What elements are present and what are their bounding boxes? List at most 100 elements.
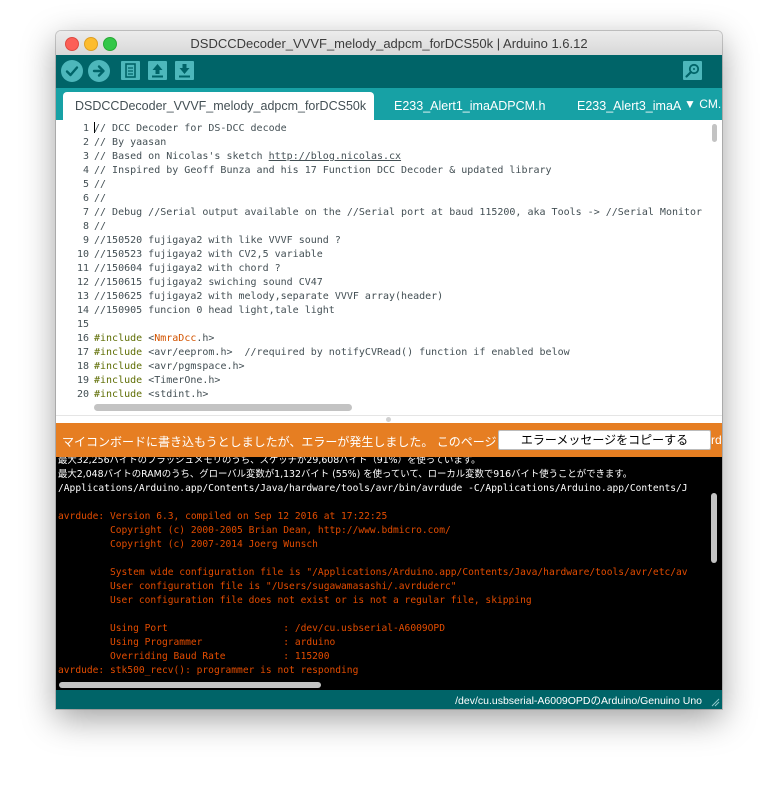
code-line[interactable]: #include <stdint.h> xyxy=(94,388,208,400)
tab-e233-alert3[interactable]: E233_Alert3_imaA xyxy=(565,92,695,120)
code-token: // By yaasan xyxy=(94,137,167,148)
verify-button[interactable] xyxy=(61,60,83,82)
editor-horizontal-scrollbar[interactable] xyxy=(94,402,708,412)
code-line[interactable]: #include <NmraDcc.h> xyxy=(94,332,214,346)
new-sketch-button[interactable] xyxy=(121,61,140,80)
status-message-tail: rd xyxy=(711,433,722,447)
editor-horizontal-scroll-thumb[interactable] xyxy=(94,404,352,411)
code-token: // Debug //Serial output available on th… xyxy=(94,207,703,218)
code-token: //150520 fujigaya2 with like VVVF sound … xyxy=(94,235,341,246)
serial-monitor-button[interactable] xyxy=(683,61,702,80)
arrow-down-icon xyxy=(179,64,190,78)
code-area[interactable]: // DCC Decoder for DS-DCC decode // By ya… xyxy=(94,120,706,400)
save-sketch-button[interactable] xyxy=(175,61,194,80)
copy-error-button[interactable]: エラーメッセージをコピーする xyxy=(498,430,711,450)
line-number: 10 xyxy=(76,249,89,260)
code-line[interactable]: // Based on Nicolas's sketch http://blog… xyxy=(94,150,401,164)
code-line[interactable]: // DCC Decoder for DS-DCC decode xyxy=(94,122,287,136)
document-icon xyxy=(125,63,136,78)
code-line[interactable]: //150604 fujigaya2 with chord ? xyxy=(94,262,281,276)
console-line: Using Port : /dev/cu.usbserial-A6009OPD xyxy=(58,623,445,634)
code-token: #include xyxy=(94,375,143,386)
line-number-gutter: 1 2 3 4 5 6 7 8 9 10 11 12 13 14 15 16 17 18 19 20 xyxy=(56,120,92,400)
code-line[interactable]: // xyxy=(94,192,106,206)
title-bar[interactable]: DSDCCDecoder_VVVF_melody_adpcm_forDCS50k… xyxy=(56,31,722,56)
console-line: User configuration file is "/Users/sugaw… xyxy=(58,581,457,592)
code-line[interactable]: #include <avr/eeprom.h> //required by no… xyxy=(94,346,570,360)
code-token: <avr/pgmspace.h> xyxy=(142,361,245,372)
console-line: 最大2,048バイトのRAMのうち、グローバル変数が1,132バイト (55%)… xyxy=(58,469,633,480)
console-horizontal-scrollbar[interactable] xyxy=(56,679,722,690)
arrow-up-icon xyxy=(152,64,163,78)
code-token: <stdint.h> xyxy=(142,389,209,400)
resize-grip-icon[interactable] xyxy=(710,697,720,707)
code-line[interactable]: //150523 fujigaya2 with CV2,5 variable xyxy=(94,248,323,262)
code-line[interactable]: // By yaasan xyxy=(94,136,166,150)
console-vertical-scrollbar[interactable] xyxy=(709,493,718,563)
code-line[interactable]: // xyxy=(94,220,106,234)
status-bar: マイコンボードに書き込もうとしましたが、エラーが発生しました。 このページ エラ… xyxy=(56,423,722,457)
line-number: 4 xyxy=(82,165,89,176)
line-number: 18 xyxy=(76,361,89,372)
editor-vertical-scrollbar[interactable] xyxy=(710,124,718,402)
console-vertical-scroll-thumb[interactable] xyxy=(711,493,717,563)
editor-vertical-scroll-thumb[interactable] xyxy=(712,124,717,142)
arrow-right-icon xyxy=(92,65,105,77)
code-token: #include xyxy=(94,389,143,400)
line-number: 9 xyxy=(82,235,89,246)
code-line[interactable]: #include <avr/pgmspace.h> xyxy=(94,360,245,374)
console-line: Copyright (c) 2000-2005 Brian Dean, http… xyxy=(58,525,451,536)
code-token: //150625 fujigaya2 with melody,separate … xyxy=(94,291,444,302)
line-number: 15 xyxy=(76,319,89,330)
console-line: 最大32,256バイトのフラッシュメモリのうち、スケッチが29,608バイト（9… xyxy=(58,457,481,466)
line-number: 14 xyxy=(76,305,89,316)
line-number: 7 xyxy=(82,207,89,218)
toolbar xyxy=(56,55,722,88)
console-line: User configuration file does not exist o… xyxy=(58,595,532,606)
code-token: .h> xyxy=(196,333,215,344)
status-message: マイコンボードに書き込もうとしましたが、エラーが発生しました。 このページ xyxy=(62,435,497,449)
console-line: Copyright (c) 2007-2014 Joerg Wunsch xyxy=(58,539,318,550)
upload-button[interactable] xyxy=(88,60,110,82)
code-link[interactable]: http://blog.nicolas.cx xyxy=(269,151,401,162)
code-line[interactable]: #include <TimerOne.h> xyxy=(94,374,220,388)
code-editor[interactable]: 1 2 3 4 5 6 7 8 9 10 11 12 13 14 15 16 17 18 19 20 // DCC D… xyxy=(56,120,722,415)
code-line[interactable]: //150625 fujigaya2 with melody,separate … xyxy=(94,290,443,304)
code-line[interactable]: // Inspired by Geoff Bunza and his 17 Fu… xyxy=(94,164,552,178)
code-token: //150905 funcion 0 head light,tale light xyxy=(94,305,335,316)
board-port-label: /dev/cu.usbserial-A6009OPDのArduino/Genui… xyxy=(455,695,702,707)
tab-main-sketch[interactable]: DSDCCDecoder_VVVF_melody_adpcm_forDCS50k xyxy=(63,92,374,120)
code-line[interactable]: // xyxy=(94,178,106,192)
chevron-down-icon: ▼ xyxy=(684,97,696,111)
line-number: 8 xyxy=(82,221,89,232)
divider-grip-icon xyxy=(386,417,391,422)
tab-menu[interactable]: ▼ CM. xyxy=(684,97,722,117)
code-token: #include xyxy=(94,333,143,344)
code-line[interactable]: // Debug //Serial output available on th… xyxy=(94,206,702,220)
code-token: //150604 fujigaya2 with chord ? xyxy=(94,263,281,274)
console-horizontal-scroll-thumb[interactable] xyxy=(59,682,321,688)
code-line[interactable]: //150520 fujigaya2 with like VVVF sound … xyxy=(94,234,341,248)
console-line: /Applications/Arduino.app/Contents/Java/… xyxy=(58,483,688,494)
code-token: < xyxy=(142,333,155,344)
open-sketch-button[interactable] xyxy=(148,61,167,80)
line-number: 13 xyxy=(76,291,89,302)
console-line: avrdude: stk500_recv(): programmer is no… xyxy=(58,665,359,676)
tab-bar: DSDCCDecoder_VVVF_melody_adpcm_forDCS50k… xyxy=(56,88,722,120)
code-token: #include xyxy=(94,347,143,358)
footer-bar: /dev/cu.usbserial-A6009OPDのArduino/Genui… xyxy=(56,690,722,709)
code-token: // DCC Decoder for DS-DCC decode xyxy=(94,123,287,134)
code-token: <TimerOne.h> xyxy=(142,375,221,386)
line-number: 16 xyxy=(76,333,89,344)
console-line: System wide configuration file is "/Appl… xyxy=(58,567,688,578)
code-line[interactable]: //150905 funcion 0 head light,tale light xyxy=(94,304,335,318)
code-token: // xyxy=(94,179,107,190)
console-output[interactable]: 最大32,256バイトのフラッシュメモリのうち、スケッチが29,608バイト（9… xyxy=(56,457,722,690)
tab-cm[interactable]: CM. xyxy=(699,97,721,111)
code-line[interactable]: //150615 fujigaya2 swiching sound CV47 xyxy=(94,276,323,290)
console-line: Using Programmer : arduino xyxy=(58,637,336,648)
line-number: 20 xyxy=(76,389,89,400)
tab-e233-alert1[interactable]: E233_Alert1_imaADPCM.h xyxy=(382,92,564,120)
code-token: NmraDcc xyxy=(154,333,197,344)
code-token: #include xyxy=(94,361,143,372)
